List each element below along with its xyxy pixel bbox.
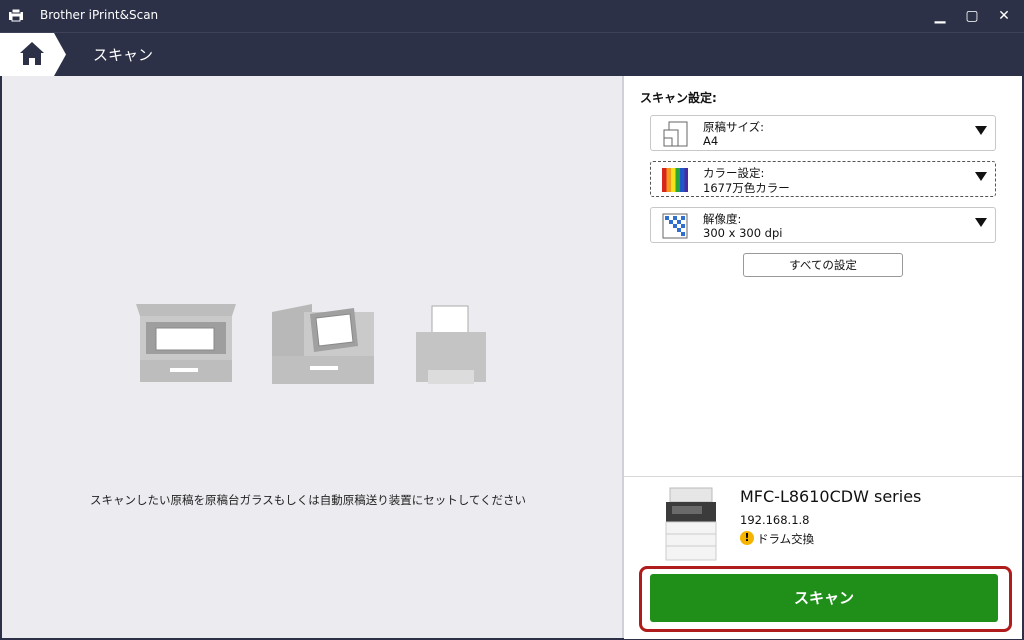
color-setting-label: カラー設定:: [703, 166, 765, 180]
scan-button[interactable]: スキャン: [650, 574, 998, 622]
color-bars-icon: [662, 168, 688, 192]
adf-scanner-icon: [272, 304, 374, 384]
close-button[interactable]: ✕: [988, 0, 1020, 32]
maximize-button[interactable]: ▢: [956, 0, 988, 32]
scan-settings-heading: スキャン設定:: [640, 91, 717, 105]
chevron-down-icon: [975, 172, 987, 181]
color-setting-value: 1677万色カラー: [703, 181, 790, 195]
title-bar: Brother iPrint&Scan ▁ ▢ ✕: [0, 0, 1024, 32]
chevron-down-icon: [975, 126, 987, 135]
warning-icon: !: [740, 531, 754, 545]
device-ip: 192.168.1.8: [740, 513, 810, 527]
app-printer-icon: [9, 8, 23, 22]
color-setting-dropdown[interactable]: カラー設定: 1677万色カラー: [650, 161, 996, 197]
resolution-value: 300 x 300 dpi: [703, 226, 783, 240]
page-title: スキャン: [93, 46, 154, 64]
home-button[interactable]: [0, 33, 66, 76]
instruction-text: スキャンしたい原稿を原稿台ガラスもしくは自動原稿送り装置にセットしてください: [89, 493, 527, 507]
chevron-down-icon: [975, 218, 987, 227]
device-name: MFC-L8610CDW series: [740, 487, 922, 506]
document-size-value: A4: [703, 134, 719, 148]
all-settings-button[interactable]: すべての設定: [743, 253, 903, 277]
window-title: Brother iPrint&Scan: [40, 8, 159, 22]
resolution-dropdown[interactable]: 解像度: 300 x 300 dpi: [650, 207, 996, 243]
minimize-icon: ▁: [934, 8, 946, 24]
nav-bar: スキャン: [0, 32, 1024, 76]
close-icon: ✕: [998, 8, 1010, 24]
maximize-icon: ▢: [965, 8, 979, 24]
scan-preview-area: スキャンしたい原稿を原稿台ガラスもしくは自動原稿送り装置にセットしてください: [2, 76, 622, 638]
document-size-icon: [663, 121, 688, 147]
document-size-dropdown[interactable]: 原稿サイズ: A4: [650, 115, 996, 151]
scanner-illustrations: [136, 304, 486, 384]
flatbed-scanner-icon: [136, 304, 236, 382]
document-size-label: 原稿サイズ:: [703, 120, 765, 134]
resolution-grid-icon: [662, 213, 688, 239]
printer-adf-icon: [416, 305, 486, 384]
minimize-button[interactable]: ▁: [924, 0, 956, 32]
printer-thumbnail-icon: [665, 487, 717, 561]
resolution-label: 解像度:: [703, 212, 742, 226]
device-warning-text: ドラム交換: [757, 532, 815, 546]
